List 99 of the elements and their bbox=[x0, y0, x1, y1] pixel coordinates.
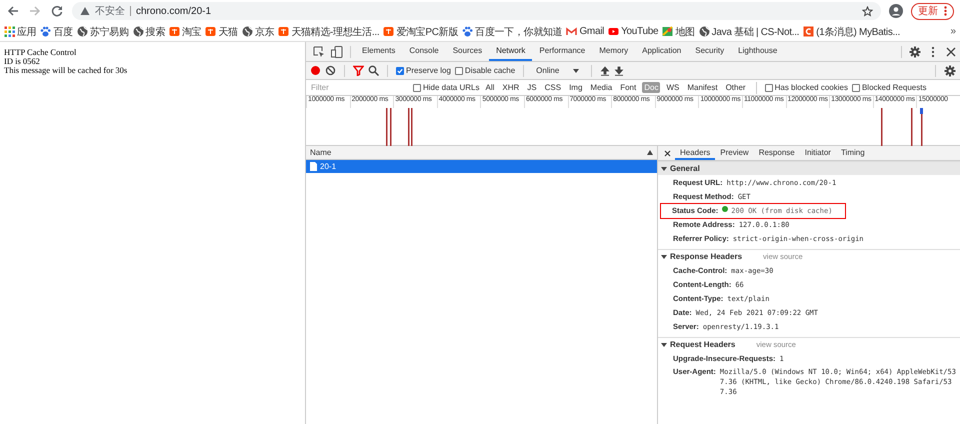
type-filter-button[interactable]: WS bbox=[664, 82, 682, 93]
dropdown-caret-icon bbox=[573, 68, 580, 72]
url-text: chrono.com/20-1 bbox=[136, 6, 212, 16]
globe-icon bbox=[242, 26, 253, 37]
section-title[interactable]: General bbox=[670, 164, 700, 173]
request-row[interactable]: 20-1 bbox=[306, 160, 657, 173]
close-icon[interactable] bbox=[945, 46, 957, 58]
devtools-tab[interactable]: Elements bbox=[355, 42, 402, 61]
bookmark-item[interactable]: Java 基础 | CS-Not... bbox=[698, 24, 800, 38]
settings-icon[interactable] bbox=[909, 46, 921, 58]
expanded-triangle-icon[interactable] bbox=[661, 342, 667, 348]
type-filter-button[interactable]: JS bbox=[525, 82, 539, 93]
close-icon[interactable] bbox=[664, 150, 671, 156]
record-icon[interactable] bbox=[310, 65, 321, 76]
devtools-tab[interactable]: Performance bbox=[532, 42, 592, 61]
name-column-header[interactable]: Name bbox=[310, 148, 332, 157]
disable-cache-checkbox[interactable]: Disable cache bbox=[454, 66, 516, 75]
bookmark-item[interactable]: Gmail bbox=[566, 26, 604, 37]
bookmark-item[interactable]: 百度一下，你就知道 bbox=[462, 24, 562, 38]
globe-icon bbox=[132, 26, 144, 37]
profile-icon[interactable] bbox=[889, 4, 903, 18]
status-dot bbox=[722, 206, 728, 212]
inspect-icon[interactable] bbox=[313, 46, 325, 58]
paw-icon bbox=[40, 26, 52, 37]
bookmark-item[interactable]: 地图 bbox=[662, 24, 695, 38]
bookmark-item[interactable]: 天猫精选-理想生活... bbox=[278, 24, 380, 38]
mail-icon bbox=[566, 26, 578, 37]
document-icon bbox=[310, 162, 317, 171]
preserve-log-checkbox[interactable]: Preserve log bbox=[396, 66, 451, 75]
page-text-line: This message will be cached for 30s bbox=[4, 66, 128, 75]
search-icon[interactable] bbox=[368, 65, 379, 76]
address-bar[interactable]: 不安全 chrono.com/20-1 bbox=[72, 2, 881, 20]
security-label: 不安全 bbox=[95, 4, 125, 18]
detail-tab[interactable]: Initiator bbox=[800, 146, 836, 160]
type-filter-button[interactable]: Media bbox=[588, 82, 614, 93]
section-header[interactable]: General bbox=[658, 161, 960, 175]
sort-caret-icon[interactable] bbox=[647, 150, 653, 155]
square-logo-icon bbox=[383, 26, 394, 37]
play-icon bbox=[608, 26, 620, 37]
type-filter-button[interactable]: All bbox=[483, 82, 496, 93]
download-icon[interactable] bbox=[614, 66, 624, 76]
settings-icon[interactable] bbox=[944, 64, 956, 76]
grid-icon bbox=[4, 26, 15, 37]
type-filter-button[interactable]: CSS bbox=[542, 82, 564, 93]
bookmark-item[interactable]: 搜索 bbox=[132, 24, 166, 38]
upload-icon[interactable] bbox=[600, 66, 610, 76]
type-filter-button[interactable]: XHR bbox=[500, 82, 522, 93]
bookmark-item[interactable]: 京东 bbox=[242, 24, 274, 38]
expanded-triangle-icon[interactable] bbox=[661, 166, 667, 172]
more-bookmarks-button[interactable]: » bbox=[950, 26, 956, 37]
update-button[interactable]: 更新 bbox=[911, 2, 954, 20]
checkmark-icon bbox=[397, 68, 403, 74]
type-filter-button[interactable]: Img bbox=[567, 82, 584, 93]
bookmark-item[interactable]: 淘宝 bbox=[169, 24, 202, 38]
bookmark-item[interactable]: 天猫 bbox=[205, 24, 238, 38]
throttling-dropdown[interactable]: Online bbox=[532, 66, 584, 75]
section-title[interactable]: Request Headers bbox=[670, 340, 736, 349]
devtools-tab[interactable]: Application bbox=[635, 42, 688, 61]
globe-icon bbox=[76, 26, 88, 37]
clear-icon[interactable] bbox=[325, 65, 336, 76]
warning-icon bbox=[80, 6, 90, 16]
devtools-tab[interactable]: Security bbox=[688, 42, 732, 61]
detail-tab[interactable]: Response bbox=[754, 146, 800, 160]
reload-icon[interactable] bbox=[50, 4, 64, 18]
type-filter-button[interactable]: Manifest bbox=[685, 82, 720, 93]
bookmark-item[interactable]: (1条消息) MyBatis... bbox=[803, 24, 900, 38]
blocked-cookies-checkbox[interactable]: Has blocked cookies bbox=[764, 83, 848, 92]
type-filter-button[interactable]: Font bbox=[618, 82, 638, 93]
back-arrow-icon[interactable] bbox=[6, 4, 20, 18]
more-vertical-icon bbox=[944, 6, 947, 16]
bookmark-item[interactable]: 百度 bbox=[40, 24, 73, 38]
hide-data-urls-checkbox[interactable]: Hide data URLs bbox=[413, 83, 480, 92]
globe-icon bbox=[698, 26, 710, 37]
square-logo-icon bbox=[205, 26, 216, 37]
expanded-triangle-icon[interactable] bbox=[661, 254, 667, 260]
blocked-requests-checkbox[interactable]: Blocked Requests bbox=[852, 83, 926, 92]
map-pin-icon bbox=[662, 26, 674, 37]
bookmark-item[interactable]: 爱淘宝PC新版 bbox=[383, 24, 458, 38]
page-text-line: ID is 0562 bbox=[4, 57, 41, 66]
page-text-line: HTTP Cache Control bbox=[4, 48, 78, 57]
type-filter-button[interactable]: Other bbox=[724, 82, 748, 93]
paw-icon bbox=[462, 26, 474, 37]
bookmark-item[interactable]: 应用 bbox=[4, 24, 36, 38]
section-title[interactable]: Response Headers bbox=[670, 252, 742, 261]
devtools-tab[interactable]: Lighthouse bbox=[731, 42, 784, 61]
bookmark-item[interactable]: 苏宁易购 bbox=[76, 24, 129, 38]
request-name: 20-1 bbox=[320, 162, 336, 171]
star-icon[interactable] bbox=[862, 6, 873, 16]
letter-c-logo-icon bbox=[803, 26, 814, 37]
filter-icon[interactable] bbox=[353, 65, 364, 76]
devtools-tab[interactable]: Sources bbox=[446, 42, 490, 61]
devtools-tab[interactable]: Console bbox=[402, 42, 446, 61]
detail-tab[interactable]: Preview bbox=[715, 146, 754, 160]
square-logo-icon bbox=[169, 26, 180, 37]
detail-tab[interactable]: Timing bbox=[836, 146, 870, 160]
device-icon[interactable] bbox=[331, 46, 343, 58]
devtools-tab[interactable]: Memory bbox=[592, 42, 636, 61]
square-logo-icon bbox=[278, 26, 290, 37]
bookmark-item[interactable]: YouTube bbox=[608, 26, 658, 37]
